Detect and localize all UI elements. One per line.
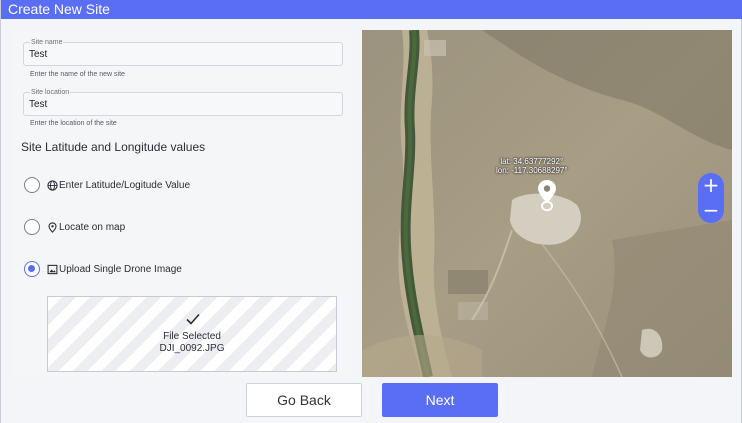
site-location-label: Site location (30, 89, 71, 97)
option-upload-drone-image-label: Upload Single Drone Image (59, 263, 182, 275)
globe-icon (47, 179, 58, 191)
lat-lon-section-title: Site Latitude and Longitude values (21, 140, 206, 154)
option-locate-on-map[interactable]: Locate on map (24, 218, 125, 236)
upload-filename: DJI_0092.JPG (159, 343, 225, 354)
site-name-label: Site name (30, 39, 64, 47)
option-upload-drone-image[interactable]: Upload Single Drone Image (24, 260, 182, 278)
image-dropzone[interactable]: File Selected DJI_0092.JPG (47, 296, 337, 372)
site-name-helper: Enter the name of the new site (30, 71, 125, 78)
marker-coordinates: lat: 34.63777292° lon: -117.30688297° (496, 157, 568, 175)
radio-locate-on-map[interactable] (24, 219, 40, 235)
upload-status: File Selected (163, 331, 221, 342)
image-icon (47, 264, 58, 275)
location-pin-icon (47, 221, 58, 233)
satellite-map[interactable]: lat: 34.63777292° lon: -117.30688297° + … (362, 30, 732, 377)
site-form-panel: Site name Enter the name of the new site… (13, 30, 351, 377)
option-locate-on-map-label: Locate on map (59, 221, 126, 233)
site-name-input[interactable] (29, 49, 329, 61)
zoom-in-button[interactable]: + (698, 173, 724, 198)
zoom-control: + − (698, 173, 724, 223)
site-location-input[interactable] (29, 99, 329, 111)
site-name-field[interactable]: Site name (23, 39, 343, 66)
map-marker-icon[interactable] (535, 179, 559, 213)
site-location-field[interactable]: Site location (23, 89, 343, 116)
option-enter-lat-lon-label: Enter Latitude/Logitude Value (59, 179, 191, 191)
zoom-out-button[interactable]: − (698, 198, 724, 223)
dialog-title: Create New Site (1, 0, 742, 19)
create-site-dialog: Create New Site Site name Enter the name… (0, 0, 742, 423)
go-back-button[interactable]: Go Back (246, 383, 362, 417)
option-enter-lat-lon[interactable]: Enter Latitude/Logitude Value (24, 176, 190, 194)
next-button[interactable]: Next (382, 383, 498, 417)
marker-lon: lon: -117.30688297° (496, 166, 568, 175)
marker-lat: lat: 34.63777292° (500, 157, 564, 166)
site-location-helper: Enter the location of the site (30, 120, 117, 127)
radio-enter-lat-lon[interactable] (24, 177, 40, 193)
checkmark-icon (186, 313, 200, 325)
radio-upload-drone-image[interactable] (24, 261, 40, 277)
